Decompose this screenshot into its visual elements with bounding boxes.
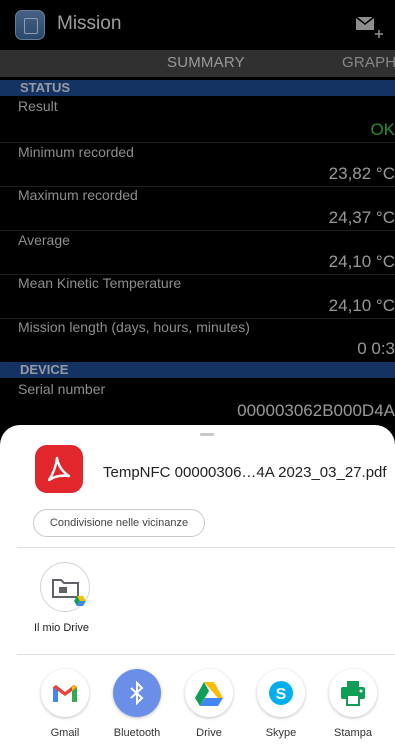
drag-handle[interactable] bbox=[200, 433, 214, 436]
svg-text:S: S bbox=[276, 686, 287, 703]
drive-folder-icon bbox=[52, 579, 86, 606]
sheet-divider bbox=[17, 547, 395, 548]
drive-label: Drive bbox=[196, 727, 222, 739]
nearby-share-button[interactable]: Condivisione nelle vicinanze bbox=[33, 509, 205, 537]
pdf-file-icon bbox=[35, 445, 83, 493]
print-label: Stampa bbox=[334, 727, 372, 739]
my-drive-shortcut[interactable] bbox=[40, 562, 90, 612]
bluetooth-label: Bluetooth bbox=[113, 727, 161, 739]
gmail-label: Gmail bbox=[50, 727, 80, 739]
shared-file-name: TempNFC 00000306…4A 2023_03_27.pdf bbox=[103, 464, 387, 481]
sheet-divider bbox=[17, 654, 395, 655]
google-drive-icon bbox=[195, 682, 223, 706]
gmail-icon bbox=[53, 685, 77, 702]
my-drive-label: Il mio Drive bbox=[34, 622, 90, 634]
skype-label: Skype bbox=[265, 727, 297, 739]
skype-icon: S bbox=[269, 681, 293, 705]
bluetooth-icon bbox=[130, 680, 144, 706]
share-sheet: TempNFC 00000306…4A 2023_03_27.pdf Condi… bbox=[0, 425, 395, 747]
printer-icon bbox=[341, 681, 365, 706]
